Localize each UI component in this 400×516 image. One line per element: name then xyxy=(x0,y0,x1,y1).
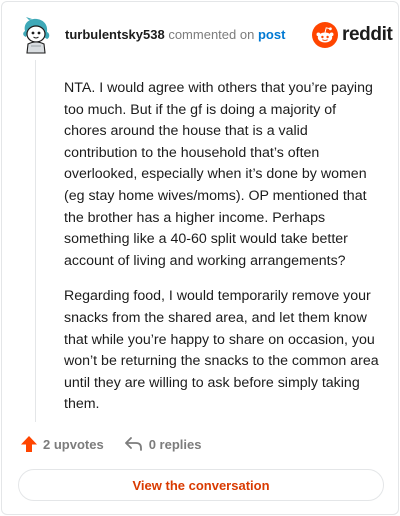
username[interactable]: turbulentsky538 xyxy=(65,27,165,42)
comment-paragraph: NTA. I would agree with others that you’… xyxy=(64,80,373,269)
upvote-count: 2 upvotes xyxy=(43,436,104,452)
view-conversation-button[interactable]: View the conversation xyxy=(18,469,384,501)
comment-card: turbulentsky538 commented on post reddit… xyxy=(1,1,399,515)
post-link[interactable]: post xyxy=(258,27,285,42)
comment-actions: 2 upvotes 0 replies xyxy=(20,433,221,455)
snoo-avatar-icon[interactable] xyxy=(17,17,53,55)
upvote-button[interactable]: 2 upvotes xyxy=(20,435,104,453)
reply-count: 0 replies xyxy=(148,436,202,452)
byline-action: commented on xyxy=(168,27,255,42)
reply-button[interactable]: 0 replies xyxy=(124,436,202,452)
upvote-arrow-icon xyxy=(21,436,37,452)
thread-line xyxy=(35,60,36,422)
comment-body: NTA. I would agree with others that you’… xyxy=(64,78,382,430)
reddit-wordmark: reddit xyxy=(342,24,393,45)
reddit-brand[interactable]: reddit xyxy=(312,22,393,48)
comment-paragraph: Regarding food, I would temporarily remo… xyxy=(64,288,379,413)
reddit-logo-icon xyxy=(312,22,338,48)
byline: turbulentsky538 commented on post xyxy=(65,27,285,43)
comment-header: turbulentsky538 commented on post reddit xyxy=(2,2,398,72)
reply-arrow-icon xyxy=(124,437,142,451)
